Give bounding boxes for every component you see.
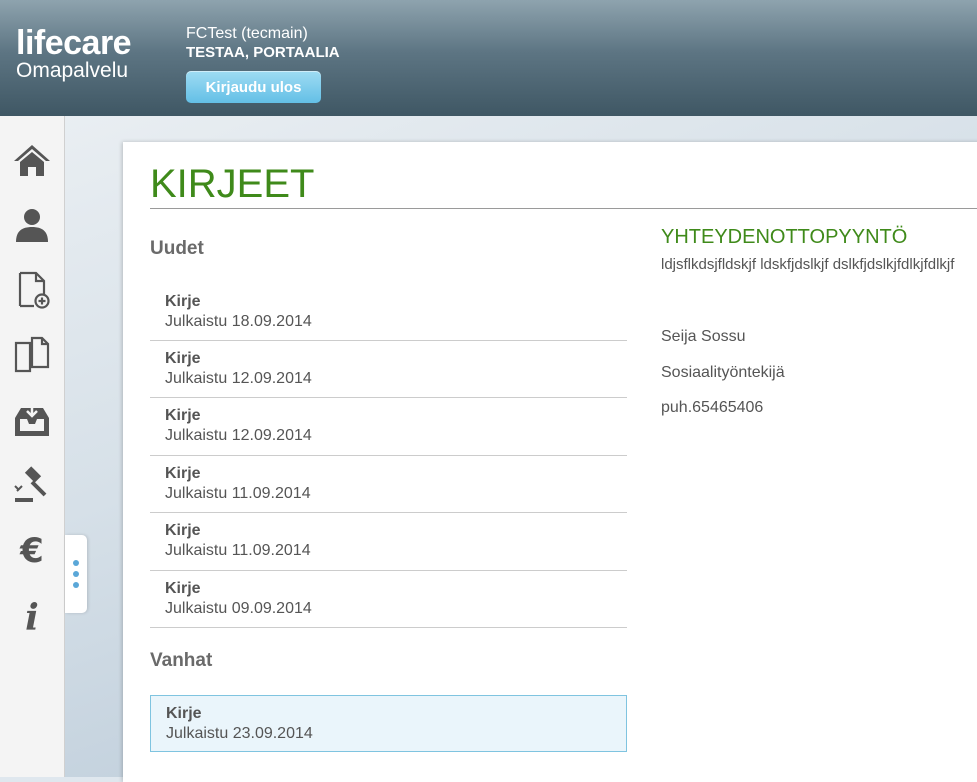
euro-icon: € xyxy=(19,531,44,570)
sidebar-item-new-document[interactable] xyxy=(10,268,54,312)
sidebar-item-profile[interactable] xyxy=(10,203,54,247)
sender-phone: puh.65465406 xyxy=(661,399,764,416)
app-header: lifecare Omapalvelu FCTest (tecmain) TES… xyxy=(0,0,977,116)
sidebar-nav: € i xyxy=(0,116,65,777)
letter-title: Kirje xyxy=(165,580,201,597)
inbox-icon xyxy=(15,404,49,436)
letter-date: Julkaistu 23.09.2014 xyxy=(166,725,313,742)
handle-dot xyxy=(73,582,79,588)
letter-title: Kirje xyxy=(166,705,202,722)
letter-item-selected[interactable]: Kirje Julkaistu 23.09.2014 xyxy=(150,695,627,752)
user-info: FCTest (tecmain) TESTAA, PORTAALIA xyxy=(186,25,340,62)
letter-detail-title: YHTEYDENOTTOPYYNTÖ xyxy=(661,226,908,248)
letter-date: Julkaistu 12.09.2014 xyxy=(165,427,312,444)
user-name: FCTest (tecmain) xyxy=(186,25,308,42)
new-document-icon xyxy=(18,271,50,309)
sidebar-item-home[interactable] xyxy=(10,138,54,182)
letter-item[interactable]: Kirje Julkaistu 09.09.2014 xyxy=(150,571,627,628)
home-icon xyxy=(14,145,50,176)
letter-date: Julkaistu 11.09.2014 xyxy=(165,542,311,559)
letter-detail-body: ldjsflkdsjfldskjf ldskfjdslkjf dslkfjdsl… xyxy=(661,256,955,273)
old-letters-list: Kirje Julkaistu 23.09.2014 xyxy=(150,695,627,752)
sender-name: Seija Sossu xyxy=(661,328,746,345)
logo-wordmark: lifecare xyxy=(16,24,132,62)
letter-date: Julkaistu 18.09.2014 xyxy=(165,313,312,330)
old-letters-heading: Vanhat xyxy=(150,650,213,671)
gavel-icon xyxy=(14,466,47,502)
sidebar-item-decisions[interactable] xyxy=(10,463,54,507)
page-title: KIRJEET xyxy=(150,162,315,206)
sidebar-item-inbox[interactable] xyxy=(10,398,54,442)
new-letters-heading: Uudet xyxy=(150,238,204,259)
letter-title: Kirje xyxy=(165,465,201,482)
letter-item[interactable]: Kirje Julkaistu 18.09.2014 xyxy=(150,284,627,341)
letters-panel: KIRJEET Uudet Kirje Julkaistu 18.09.2014… xyxy=(123,142,977,782)
person-icon xyxy=(16,209,48,242)
handle-dot xyxy=(73,571,79,577)
letter-title: Kirje xyxy=(165,293,201,310)
letter-item[interactable]: Kirje Julkaistu 12.09.2014 xyxy=(150,398,627,456)
letter-item[interactable]: Kirje Julkaistu 11.09.2014 xyxy=(150,456,627,513)
letter-title: Kirje xyxy=(165,407,201,424)
user-organization: TESTAA, PORTAALIA xyxy=(186,44,340,61)
letter-title: Kirje xyxy=(165,350,201,367)
sidebar-item-documents[interactable] xyxy=(10,333,54,377)
documents-icon xyxy=(14,336,50,373)
letter-date: Julkaistu 12.09.2014 xyxy=(165,370,312,387)
letter-title: Kirje xyxy=(165,522,201,539)
letter-date: Julkaistu 09.09.2014 xyxy=(165,600,312,617)
svg-text:€: € xyxy=(19,531,44,570)
letter-item[interactable]: Kirje Julkaistu 11.09.2014 xyxy=(150,513,627,571)
new-letters-list: Kirje Julkaistu 18.09.2014 Kirje Julkais… xyxy=(150,284,627,628)
letter-date: Julkaistu 11.09.2014 xyxy=(165,485,311,502)
letter-item[interactable]: Kirje Julkaistu 12.09.2014 xyxy=(150,341,627,398)
info-icon: i xyxy=(25,597,39,635)
lifecare-logo[interactable]: lifecare Omapalvelu xyxy=(16,24,132,82)
sidebar-item-info[interactable]: i xyxy=(10,593,54,637)
logo-subtitle: Omapalvelu xyxy=(16,59,129,82)
svg-text:i: i xyxy=(25,597,39,635)
logout-button[interactable]: Kirjaudu ulos xyxy=(186,71,321,103)
sidebar-expand-handle[interactable] xyxy=(65,535,87,613)
title-divider xyxy=(150,208,977,209)
sidebar-item-payments[interactable]: € xyxy=(10,528,54,572)
sender-role: Sosiaalityöntekijä xyxy=(661,364,785,381)
handle-dot xyxy=(73,560,79,566)
